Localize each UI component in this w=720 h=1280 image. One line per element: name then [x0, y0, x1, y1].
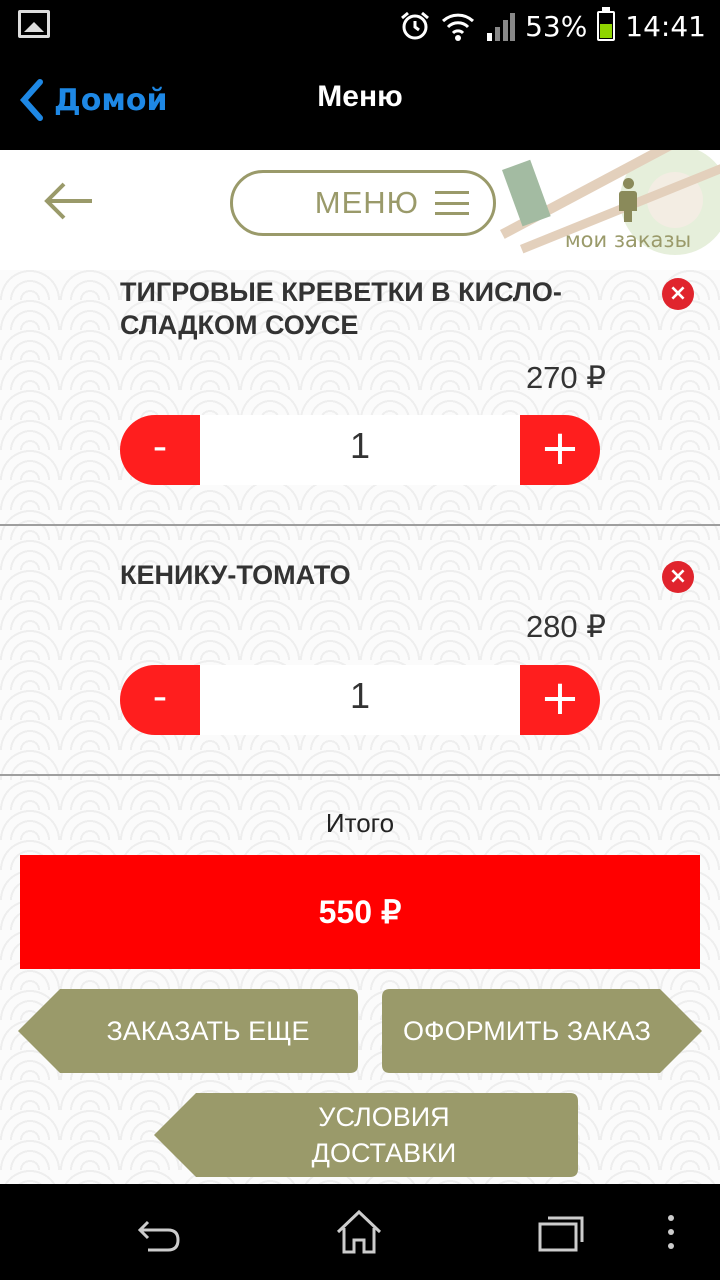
increase-quantity-button[interactable]: +: [520, 665, 600, 735]
more-options-icon[interactable]: [656, 1208, 686, 1256]
item-name: КЕНИКУ-ТОМАТО: [120, 560, 351, 590]
signal-icon: [487, 13, 516, 41]
back-nav-icon[interactable]: [134, 1208, 184, 1256]
cart-item: ТИГРОВЫЕ КРЕВЕТКИ В КИСЛО-СЛАДКОМ СОУСЕ …: [0, 270, 720, 526]
delivery-terms-line2: ДОСТАВКИ: [311, 1138, 457, 1168]
home-nav-icon[interactable]: [334, 1208, 384, 1256]
my-orders-button[interactable]: мои заказы: [558, 178, 698, 252]
system-navigation-bar: [0, 1184, 720, 1280]
quantity-stepper: - 1 +: [120, 665, 600, 735]
decrease-quantity-button[interactable]: -: [120, 415, 200, 485]
total-label: Итого: [325, 808, 395, 838]
divider: [0, 774, 720, 776]
cart-item: КЕНИКУ-ТОМАТО × 280 ₽ - 1 +: [0, 555, 720, 775]
recent-apps-icon[interactable]: [536, 1208, 586, 1256]
alarm-icon: [401, 11, 430, 40]
battery-percent: 53%: [525, 9, 588, 43]
checkout-button[interactable]: ОФОРМИТЬ ЗАКАЗ: [382, 989, 702, 1073]
delivery-terms-line1: УСЛОВИЯ: [318, 1102, 450, 1132]
order-more-button[interactable]: ЗАКАЗАТЬ ЕЩЕ: [18, 989, 358, 1073]
gallery-notification-icon: [18, 10, 50, 38]
delivery-terms-label: УСЛОВИЯ ДОСТАВКИ: [276, 1099, 457, 1171]
top-navigation: МЕНЮ мои заказы: [0, 150, 720, 270]
decrease-quantity-button[interactable]: -: [120, 665, 200, 735]
page-title: Меню: [317, 80, 403, 113]
person-icon: [618, 178, 638, 224]
status-bar: 53% 14:41: [0, 0, 720, 50]
clock: 14:41: [625, 9, 706, 43]
back-arrow-icon[interactable]: [40, 178, 96, 224]
my-orders-label: мои заказы: [564, 228, 692, 252]
delivery-terms-button[interactable]: УСЛОВИЯ ДОСТАВКИ: [154, 1093, 578, 1177]
menu-label: МЕНЮ: [314, 185, 419, 220]
checkout-label: ОФОРМИТЬ ЗАКАЗ: [403, 1015, 651, 1046]
item-price: 280 ₽: [525, 609, 606, 644]
quantity-stepper: - 1 +: [120, 415, 600, 485]
hamburger-icon: [435, 191, 469, 215]
cart-content: МЕНЮ мои заказы ТИГРОВЫЕ КРЕВЕТКИ В КИСЛ…: [0, 150, 720, 1184]
menu-button[interactable]: МЕНЮ: [230, 170, 496, 236]
divider: [0, 524, 720, 526]
increase-quantity-button[interactable]: +: [520, 415, 600, 485]
remove-item-button[interactable]: ×: [662, 278, 694, 310]
battery-icon: [597, 7, 616, 41]
wifi-icon: [442, 13, 475, 41]
item-price: 270 ₽: [525, 360, 606, 395]
total-amount: 550 ₽: [20, 855, 700, 969]
quantity-value: 1: [200, 665, 520, 735]
status-icons: 53% 14:41: [399, 6, 706, 46]
action-bar: Домой Меню: [0, 50, 720, 150]
quantity-value: 1: [200, 415, 520, 485]
order-more-label: ЗАКАЗАТЬ ЕЩЕ: [106, 1015, 310, 1046]
remove-item-button[interactable]: ×: [662, 561, 694, 593]
item-name: ТИГРОВЫЕ КРЕВЕТКИ В КИСЛО-СЛАДКОМ СОУСЕ: [120, 277, 562, 340]
